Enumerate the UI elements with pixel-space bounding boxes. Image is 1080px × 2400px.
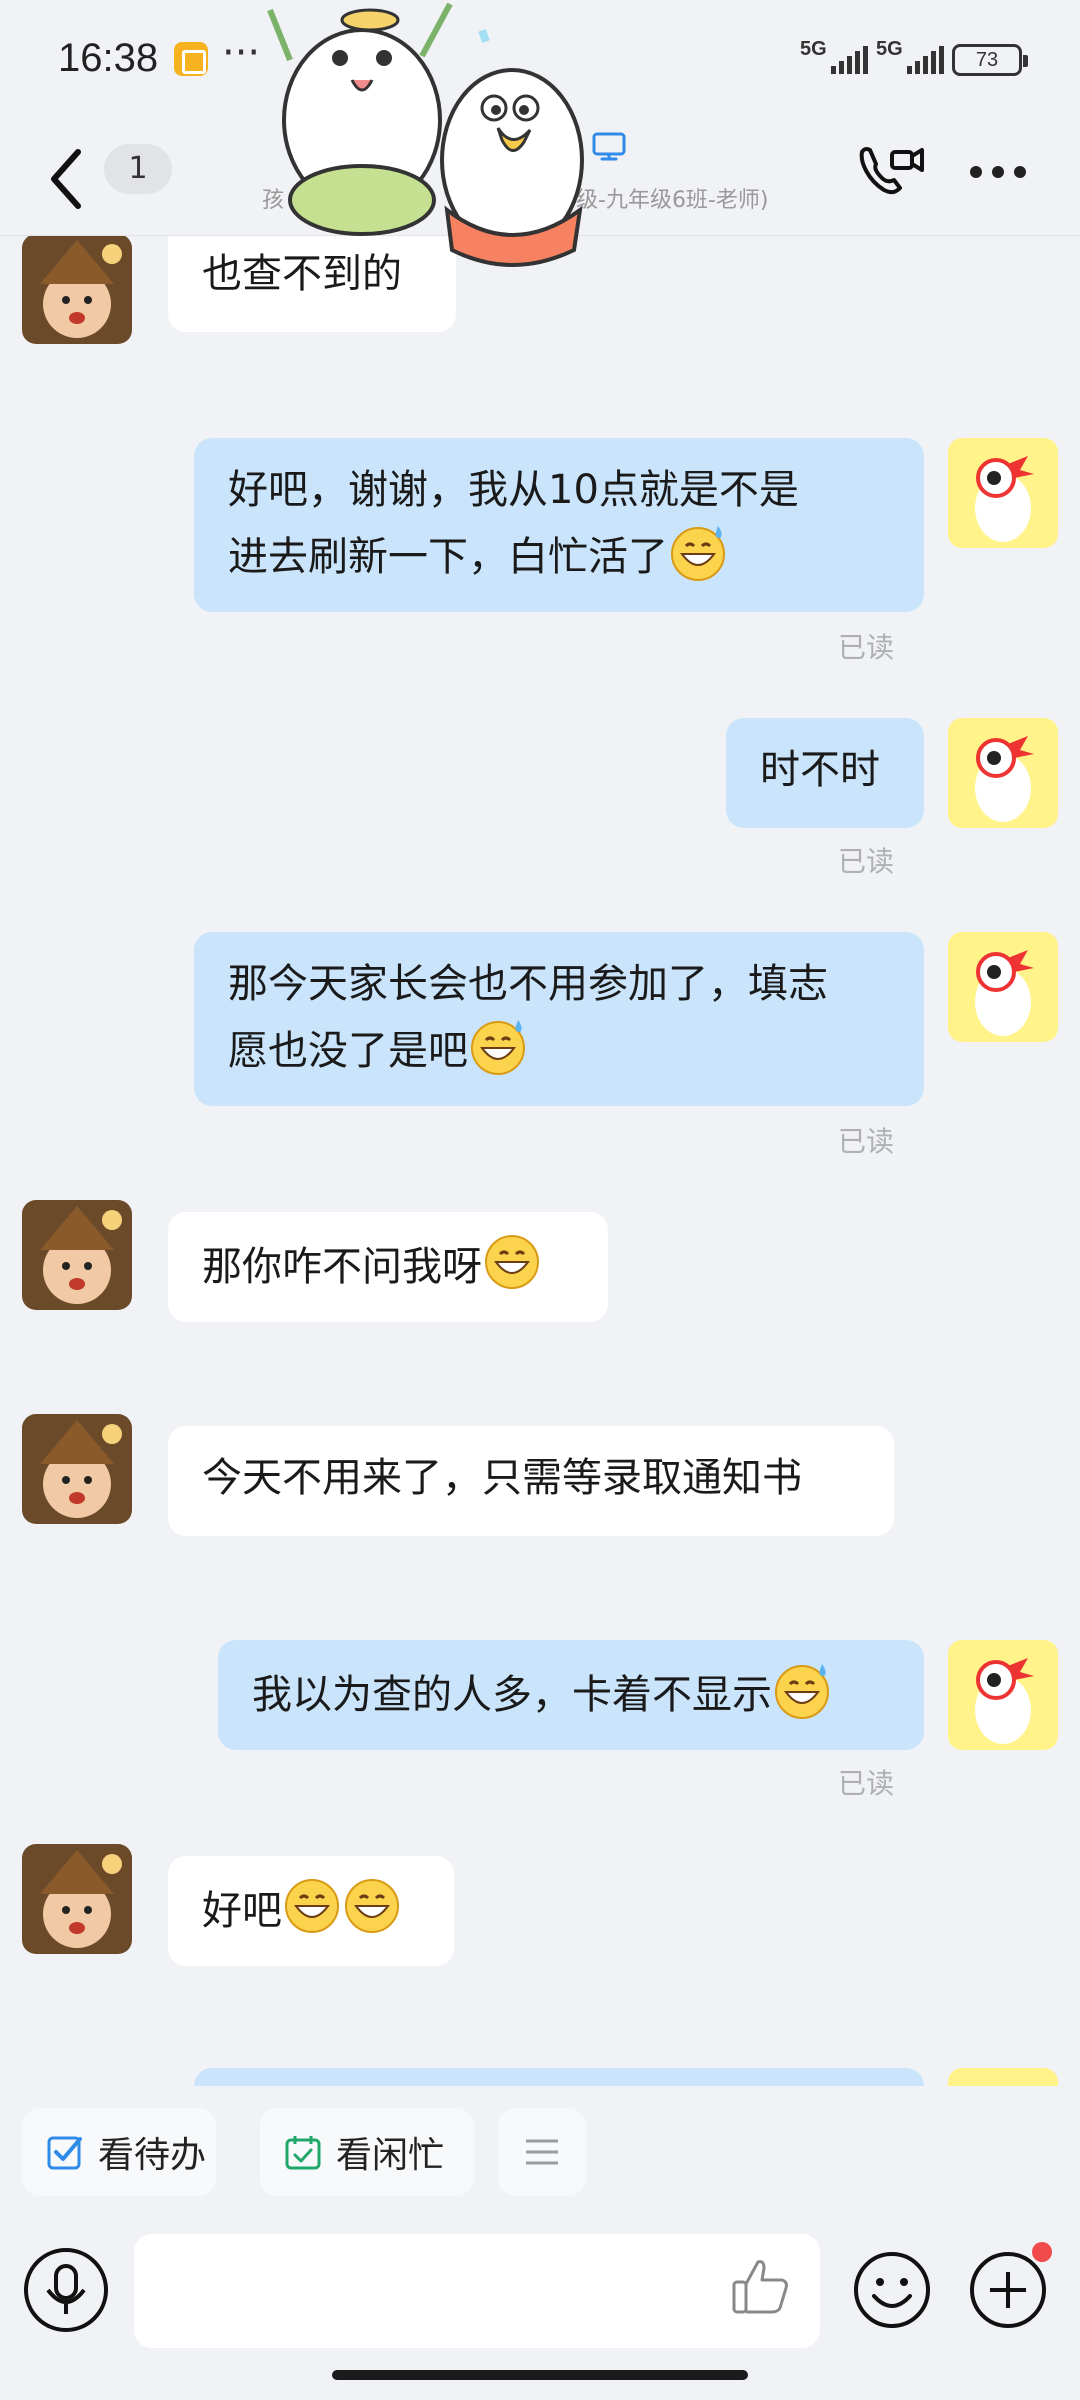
message-bubble[interactable]: [194, 2068, 924, 2086]
message-bubble[interactable]: 我以为查的人多，卡着不显示: [218, 1640, 924, 1750]
calendar-icon: [285, 2136, 321, 2170]
message-bubble[interactable]: 好吧，谢谢，我从10点就是不是 进去刷新一下，白忙活了: [194, 438, 924, 612]
grin-emoji: [345, 1879, 399, 1933]
message-bubble[interactable]: 也查不到的: [168, 236, 456, 332]
chat-title-right: 级-九年级6班-老师): [576, 188, 769, 213]
video-call-icon[interactable]: [854, 142, 926, 202]
contact-avatar[interactable]: [22, 1414, 132, 1524]
network-type-label: 5G: [800, 38, 827, 60]
schedule-chip[interactable]: 看闲忙: [260, 2108, 474, 2196]
todo-chip-label: 看待办: [98, 2135, 207, 2176]
voice-input-button[interactable]: [24, 2248, 108, 2332]
my-avatar[interactable]: [948, 1640, 1058, 1750]
message-text: 也查不到的: [202, 251, 402, 297]
message-list[interactable]: 也查不到的 好吧，谢谢，我从10点就是不是 进去刷新一下，白忙活了 已读 时不时…: [0, 236, 1080, 2086]
my-avatar[interactable]: [948, 438, 1058, 548]
message-text-line: 进去刷新一下，白忙活了: [228, 534, 668, 580]
message-bubble[interactable]: 那你咋不问我呀: [168, 1212, 608, 1322]
checkbox-icon: [47, 2136, 82, 2170]
status-time: 16:38: [58, 36, 159, 80]
message-text: 今天不用来了，只需等录取通知书: [202, 1455, 802, 1501]
home-indicator[interactable]: [332, 2370, 748, 2380]
notification-dot: [1032, 2242, 1052, 2262]
grin-sweat-emoji: [775, 1664, 829, 1719]
read-receipt: 已读: [838, 631, 895, 664]
my-avatar[interactable]: [948, 2068, 1058, 2086]
chat-title-left: 孩: [262, 188, 285, 213]
message-bubble[interactable]: 好吧: [168, 1856, 454, 1966]
unread-count-badge[interactable]: 1: [104, 144, 172, 194]
status-bar: 16:38 ··· 5G 5G 73: [0, 0, 1080, 120]
message-text-line: 好吧，谢谢，我从10点就是不是: [228, 467, 799, 513]
quick-actions-bar: 看待办 看闲忙: [0, 2086, 1080, 2216]
grin-sweat-emoji: [671, 526, 725, 581]
mic-icon: [46, 2264, 86, 2314]
signal-icon-sim1: 5G: [800, 38, 868, 78]
message-bubble[interactable]: 时不时: [726, 718, 924, 828]
more-actions-chip[interactable]: [498, 2108, 586, 2196]
schedule-chip-label: 看闲忙: [336, 2135, 445, 2176]
message-text: 我以为查的人多，卡着不显示: [252, 1672, 772, 1718]
grin-emoji: [285, 1879, 339, 1933]
my-avatar[interactable]: [948, 718, 1058, 828]
status-more-notifications: ···: [222, 30, 261, 76]
network-type-label: 5G: [876, 38, 903, 60]
message-bubble[interactable]: 今天不用来了，只需等录取通知书: [168, 1426, 894, 1536]
smiley-icon[interactable]: [850, 2248, 934, 2332]
message-bubble[interactable]: 那今天家长会也不用参加了，填志 愿也没了是吧: [194, 932, 924, 1106]
thumbs-up-icon[interactable]: [728, 2254, 794, 2320]
message-text-line: 那今天家长会也不用参加了，填志: [228, 961, 828, 1007]
message-text: 好吧: [202, 1888, 282, 1934]
contact-avatar[interactable]: [22, 1200, 132, 1310]
message-text-line: 愿也没了是吧: [228, 1028, 468, 1074]
menu-icon: [526, 2139, 558, 2165]
read-receipt: 已读: [838, 1125, 895, 1158]
more-icon[interactable]: [966, 162, 1030, 182]
grin-emoji: [485, 1235, 539, 1289]
grin-sweat-emoji: [471, 1020, 525, 1075]
message-text: 时不时: [760, 747, 880, 793]
contact-avatar[interactable]: [22, 1844, 132, 1954]
battery-icon: 73: [952, 44, 1028, 76]
computer-icon: [592, 132, 626, 161]
chat-header: 1 孩 级-九年级6班-老师): [0, 120, 1080, 236]
read-receipt: 已读: [838, 1767, 895, 1800]
signal-icon-sim2: 5G: [876, 38, 944, 78]
message-input[interactable]: [134, 2234, 820, 2348]
contact-avatar[interactable]: [22, 236, 132, 344]
read-receipt: 已读: [838, 845, 895, 878]
message-text: 那你咋不问我呀: [202, 1244, 482, 1290]
my-avatar[interactable]: [948, 932, 1058, 1042]
todo-chip[interactable]: 看待办: [22, 2108, 216, 2196]
notification-app-icon: [174, 42, 208, 76]
back-arrow-icon[interactable]: [42, 144, 92, 214]
